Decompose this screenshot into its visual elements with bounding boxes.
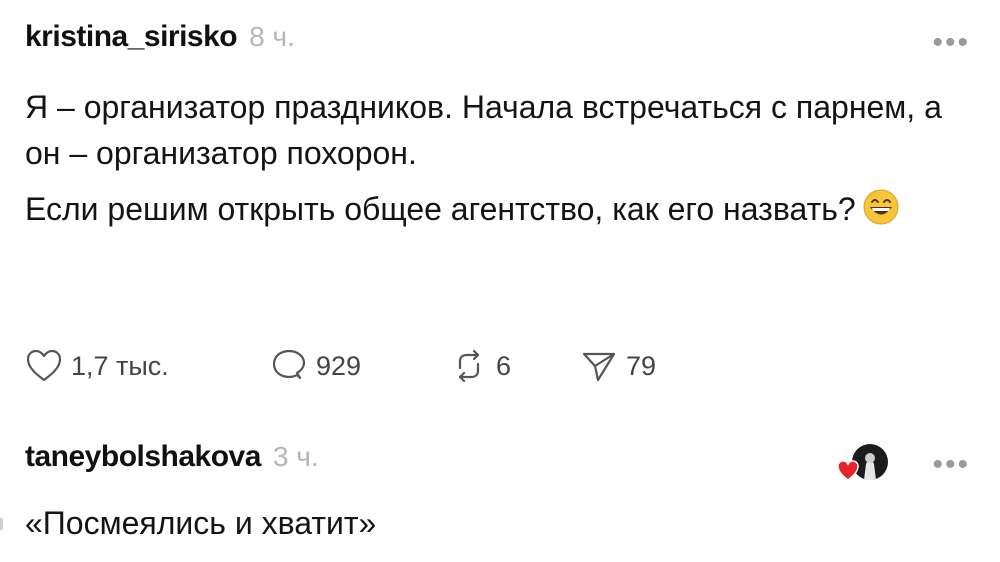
share-count: 79	[626, 350, 657, 381]
post-more-button[interactable]: •••	[932, 28, 970, 58]
share-button[interactable]: 79	[580, 348, 656, 384]
red-heart-icon	[837, 460, 859, 481]
post-text-paragraph-1: Я – организатор праздников. Начала встре…	[25, 89, 942, 171]
send-paper-plane-icon	[582, 352, 616, 382]
reply: taneybolshakova 3 ч. ••• «Посмеялись и х…	[25, 440, 980, 546]
post-text-paragraph-2: Если решим открыть общее агентство, как …	[25, 186, 980, 238]
like-button[interactable]: 1,7 тыс.	[25, 348, 270, 384]
repost-count: 6	[496, 350, 512, 381]
post-time: 8 ч.	[249, 21, 295, 52]
comment-button[interactable]: 929	[270, 348, 450, 384]
grinning-face-emoji-icon	[862, 188, 900, 238]
reply-more-button[interactable]: •••	[932, 450, 970, 480]
repost-button[interactable]: 6	[450, 348, 580, 384]
post-header: kristina_sirisko 8 ч.	[25, 20, 980, 66]
post-username[interactable]: kristina_sirisko	[25, 20, 238, 54]
author-liked-indicator	[836, 442, 890, 486]
post-actions-bar: 1,7 тыс. 929 6 79	[25, 342, 656, 390]
repost-icon	[458, 349, 480, 383]
heart-outline-icon	[26, 349, 62, 382]
reply-username[interactable]: taneybolshakova	[25, 440, 261, 474]
post-text-paragraph-2-text: Если решим открыть общее агентство, как …	[25, 191, 856, 227]
thread-line	[0, 518, 3, 530]
comment-bubble-icon	[272, 349, 306, 380]
reply-time: 3 ч.	[272, 441, 319, 472]
post: kristina_sirisko 8 ч. ••• Я – организато…	[25, 20, 980, 238]
comment-count: 929	[316, 350, 362, 381]
like-count: 1,7 тыс.	[71, 350, 169, 381]
reply-text: «Посмеялись и хватит»	[25, 505, 377, 541]
